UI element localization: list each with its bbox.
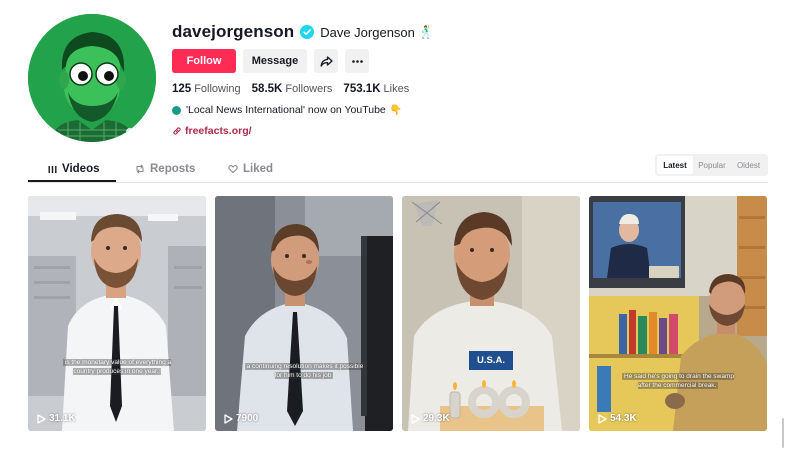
- likes-count: 753.1K: [343, 83, 381, 95]
- likes-stat: 753.1K Likes: [343, 83, 409, 95]
- heart-outline-icon: [228, 164, 238, 174]
- view-count: 54.3K: [598, 413, 637, 424]
- view-count: 29.3K: [411, 413, 450, 424]
- profile-tabs: Videos Reposts Liked: [28, 157, 290, 181]
- tabs-divider: [28, 182, 768, 183]
- video-card[interactable]: a continuing resolution makes it possibl…: [215, 196, 393, 431]
- video-thumbnail: [215, 196, 393, 431]
- likes-label: Likes: [383, 83, 410, 95]
- profile-link-text: freefacts.org/: [185, 125, 252, 137]
- profile-avatar: [28, 14, 156, 142]
- display-name: Dave Jorgenson: [320, 24, 415, 40]
- followers-count: 58.5K: [251, 83, 283, 95]
- tab-reposts-label: Reposts: [150, 163, 196, 175]
- video-thumbnail: [402, 196, 580, 431]
- tab-videos[interactable]: Videos: [28, 157, 116, 181]
- more-options-button[interactable]: [345, 49, 369, 73]
- bio-text: 'Local News International' now on YouTub…: [186, 104, 386, 116]
- follow-button[interactable]: Follow: [172, 49, 236, 73]
- repost-icon: [135, 164, 145, 174]
- following-stat[interactable]: 125 Following: [172, 83, 241, 95]
- name-row: davejorgenson Dave Jorgenson 🕺: [172, 20, 434, 44]
- followers-label: Followers: [285, 83, 333, 95]
- username: davejorgenson: [172, 22, 295, 41]
- verified-badge-icon: [300, 25, 315, 39]
- video-card[interactable]: He said he's going to drain the swamp af…: [589, 196, 767, 431]
- play-outline-icon: [37, 413, 46, 424]
- following-label: Following: [194, 83, 241, 95]
- more-dots-icon: [351, 59, 363, 63]
- sort-oldest-button[interactable]: Oldest: [731, 156, 766, 174]
- view-count: 31.1K: [37, 413, 76, 424]
- following-count: 125: [172, 83, 192, 95]
- play-outline-icon: [598, 413, 607, 424]
- video-caption: a continuing resolution makes it possibl…: [244, 363, 364, 379]
- video-card[interactable]: U.S.A. 29.3K: [402, 196, 580, 431]
- profile-info: davejorgenson Dave Jorgenson 🕺 Follow Me…: [172, 20, 434, 137]
- tab-liked-label: Liked: [243, 163, 274, 175]
- video-card[interactable]: is the monetary value of everything a co…: [28, 196, 206, 431]
- share-button[interactable]: [314, 49, 338, 73]
- grid-lines-icon: [48, 165, 57, 174]
- tab-reposts[interactable]: Reposts: [116, 157, 210, 181]
- followers-stat[interactable]: 58.5K Followers: [252, 83, 333, 95]
- video-grid: is the monetary value of everything a co…: [28, 196, 767, 431]
- view-count: 7900: [224, 413, 258, 424]
- page-scrollbar[interactable]: [782, 418, 784, 448]
- usa-badge: U.S.A.: [469, 351, 513, 370]
- sort-popular-button[interactable]: Popular: [693, 156, 731, 174]
- person-emoji-icon: 🕺: [418, 25, 434, 39]
- link-icon: [173, 127, 181, 135]
- video-caption: He said he's going to drain the swamp af…: [622, 373, 734, 389]
- sort-toggle: Latest Popular Oldest: [655, 154, 768, 176]
- share-icon: [320, 55, 333, 67]
- video-thumbnail: [28, 196, 206, 431]
- video-thumbnail: [589, 196, 767, 431]
- tab-liked[interactable]: Liked: [210, 157, 290, 181]
- tab-videos-label: Videos: [62, 163, 100, 175]
- globe-emoji-icon: [172, 105, 181, 115]
- sort-latest-button[interactable]: Latest: [657, 156, 693, 174]
- message-button[interactable]: Message: [243, 49, 307, 73]
- bio-row: 'Local News International' now on YouTub…: [172, 104, 434, 116]
- play-outline-icon: [411, 413, 420, 424]
- profile-link[interactable]: freefacts.org/: [172, 125, 434, 137]
- play-outline-icon: [224, 413, 233, 424]
- video-caption: is the monetary value of everything a co…: [62, 359, 172, 375]
- pointing-hand-emoji-icon: 👇: [389, 104, 403, 116]
- action-buttons: Follow Message: [172, 49, 434, 73]
- profile-stats: 125 Following 58.5K Followers 753.1K Lik…: [172, 83, 434, 95]
